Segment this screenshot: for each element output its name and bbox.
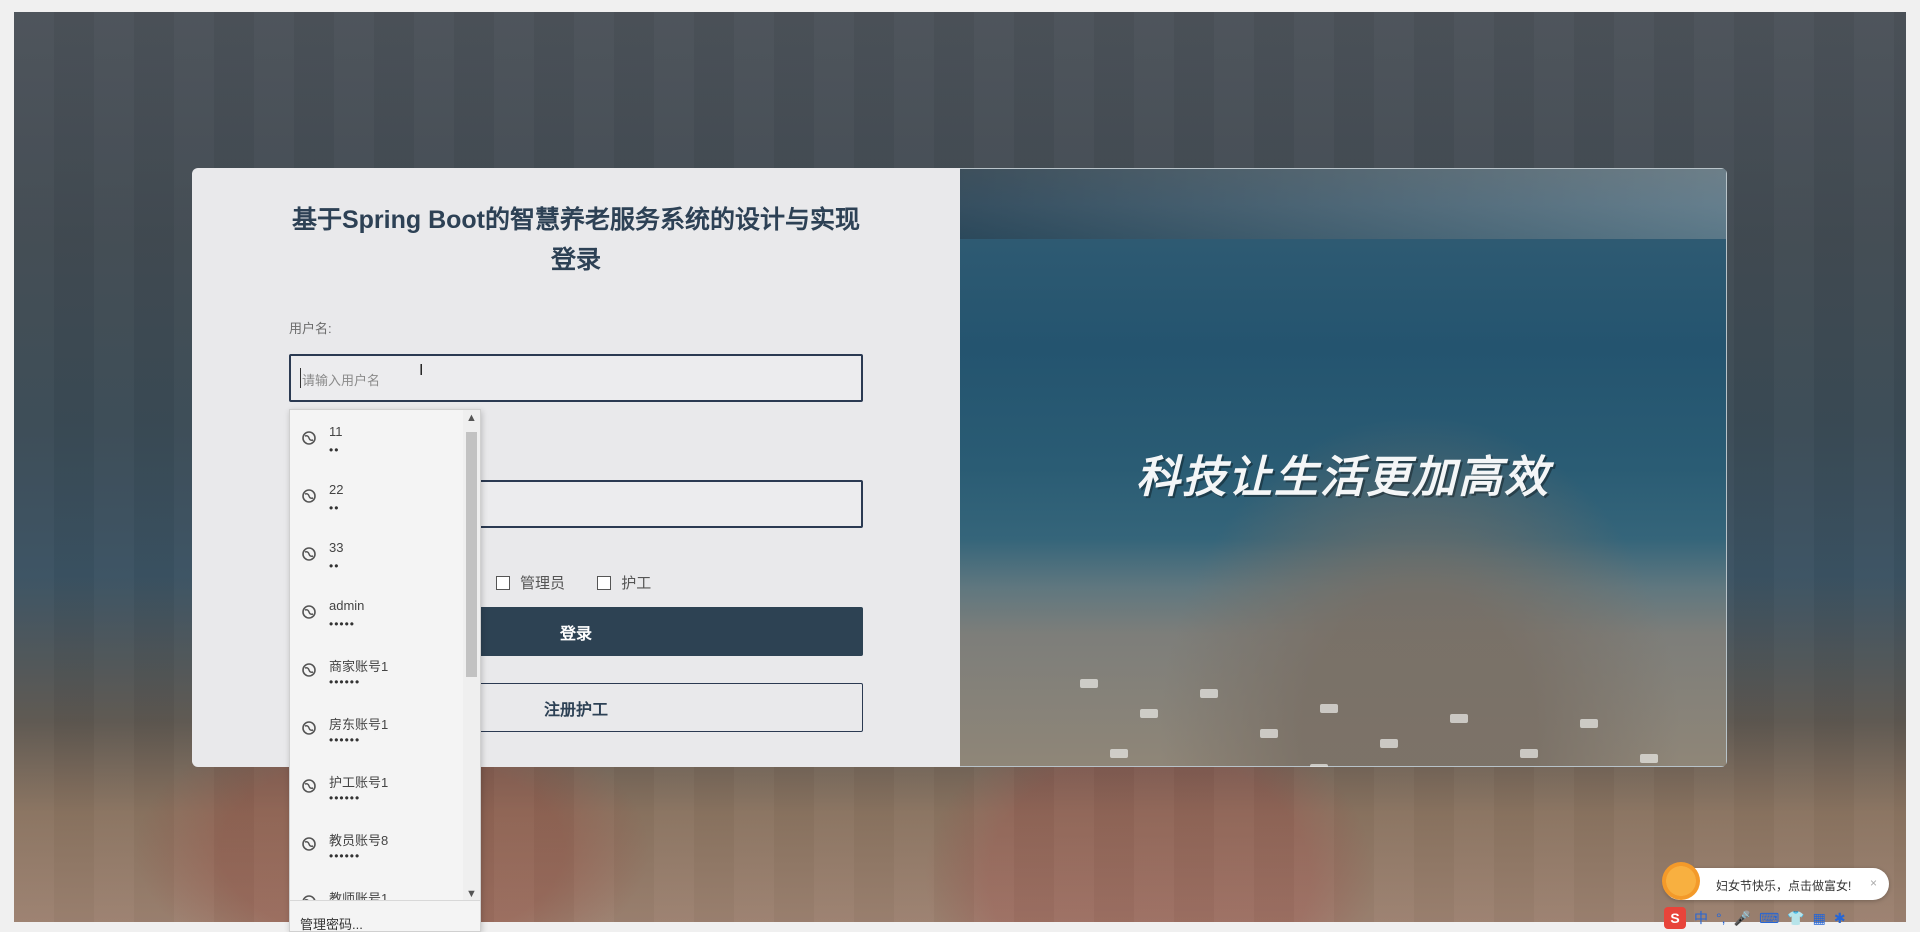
ime-notification[interactable]: 妇女节快乐，点击做富女! × [1662, 862, 1889, 900]
username-label: 用户名: [289, 321, 332, 336]
saved-username: 商家账号1 [329, 659, 389, 674]
globe-icon [302, 547, 316, 561]
saved-username: admin [329, 598, 365, 613]
globe-icon [302, 721, 316, 735]
sun-icon [1662, 862, 1700, 900]
globe-icon [302, 837, 316, 851]
saved-username: 33 [329, 540, 344, 555]
toolbox-icon[interactable]: ▦ [1813, 910, 1826, 927]
autocomplete-item[interactable]: 教员账号8 •••••• [290, 816, 464, 874]
hero-slogan: 科技让生活更加高效 [1136, 453, 1550, 502]
saved-password-mask: •••••• [329, 849, 361, 863]
close-icon[interactable]: × [1870, 876, 1877, 890]
saved-password-mask: ••••• [329, 617, 356, 631]
saved-username: 房东账号1 [329, 717, 389, 732]
saved-username: 护工账号1 [329, 775, 389, 790]
autocomplete-item[interactable]: 22 •• [290, 468, 464, 526]
globe-icon [302, 663, 316, 677]
skin-icon[interactable]: 👕 [1787, 910, 1804, 927]
saved-password-mask: •••••• [329, 675, 361, 689]
ime-mode[interactable]: 中 [1694, 908, 1708, 928]
saved-password-mask: •• [329, 443, 340, 457]
saved-password-mask: •••••• [329, 791, 361, 805]
role-admin-label: 管理员 [520, 575, 566, 592]
scrollbar-thumb[interactable] [466, 432, 477, 677]
saved-password-mask: •• [329, 559, 340, 573]
autocomplete-dropdown: 11 •• 22 •• 33 •• admin ••••• 商家账号1 •••••• 房东账号1 ••… [289, 409, 481, 932]
checkbox-admin[interactable] [496, 575, 510, 590]
ibeam-cursor-icon: I [419, 362, 424, 379]
hero-image-panel: 科技让生活更加高效 [960, 168, 1727, 767]
keyboard-icon[interactable]: ⌨ [1759, 910, 1779, 927]
scroll-down-icon[interactable]: ▼ [466, 888, 477, 900]
autocomplete-item[interactable]: admin ••••• [290, 584, 464, 642]
ime-toolbar: S 中 °, 🎤 ⌨ 👕 ▦ ✱ [1664, 906, 1889, 930]
autocomplete-item[interactable]: 房东账号1 •••••• [290, 700, 464, 758]
manage-passwords-label: 管理密码... [300, 917, 363, 932]
autocomplete-item[interactable]: 护工账号1 •••••• [290, 758, 464, 816]
punctuation-icon[interactable]: °, [1716, 910, 1726, 926]
manage-passwords[interactable]: 管理密码... [290, 900, 480, 931]
role-nurse[interactable]: 护工 [597, 572, 651, 593]
globe-icon [302, 605, 316, 619]
saved-password-mask: •••••• [329, 733, 361, 747]
autocomplete-item[interactable]: 商家账号1 •••••• [290, 642, 464, 700]
role-nurse-label: 护工 [621, 575, 652, 592]
beach-umbrellas-decoration [1020, 589, 1726, 767]
dropdown-scrollbar[interactable]: ▲ ▼ [463, 410, 480, 902]
saved-username: 11 [329, 424, 343, 439]
text-caret [300, 368, 301, 388]
role-selector: 管理员 护工 [496, 572, 679, 594]
title-line2: 登录 [550, 246, 601, 274]
globe-icon [302, 431, 316, 445]
settings-icon[interactable]: ✱ [1834, 910, 1846, 927]
autocomplete-item[interactable]: 33 •• [290, 526, 464, 584]
saved-username: 教员账号8 [329, 833, 389, 848]
autocomplete-item[interactable]: 11 •• [290, 410, 464, 468]
autocomplete-list: 11 •• 22 •• 33 •• admin ••••• 商家账号1 •••••• 房东账号1 ••… [290, 410, 464, 931]
saved-username: 22 [329, 482, 344, 497]
microphone-icon[interactable]: 🎤 [1734, 910, 1751, 927]
globe-icon [302, 779, 316, 793]
sogou-logo-icon[interactable]: S [1664, 907, 1686, 929]
scroll-up-icon[interactable]: ▲ [466, 412, 477, 424]
username-input[interactable]: 请输入用户名 [289, 354, 863, 402]
saved-password-mask: •• [329, 501, 340, 515]
checkbox-nurse[interactable] [597, 575, 612, 590]
globe-icon [302, 489, 316, 503]
role-admin[interactable]: 管理员 [496, 572, 565, 593]
title-line1: 基于Spring Boot的智慧养老服务系统的设计与实现 [291, 206, 861, 234]
username-placeholder: 请输入用户名 [302, 373, 381, 388]
ime-notification-text: 妇女节快乐，点击做富女! [1716, 879, 1852, 893]
page-title: 基于Spring Boot的智慧养老服务系统的设计与实现 登录 [192, 200, 960, 280]
